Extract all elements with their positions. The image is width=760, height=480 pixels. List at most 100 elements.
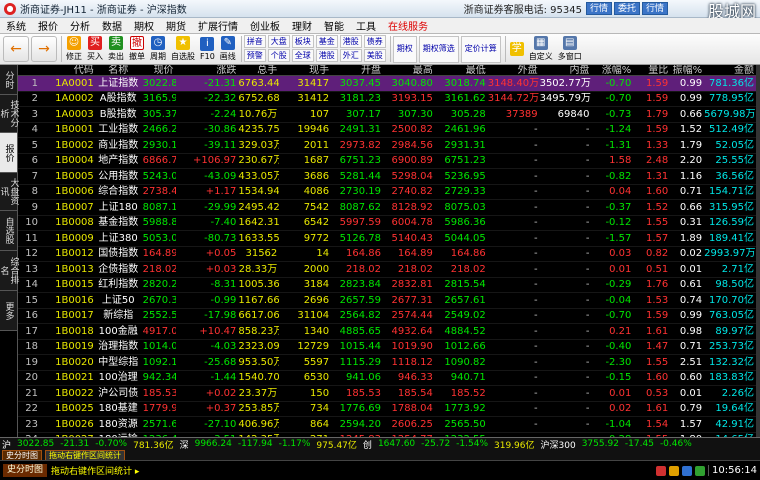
toolbar-btn-5[interactable]: ★ 自选股 [169, 35, 197, 63]
market-button[interactable]: 行情 [641, 2, 668, 15]
toolbar-btn-1[interactable]: 买买入 [85, 35, 105, 63]
side-tab-3[interactable]: 大盘资讯 [0, 173, 19, 211]
cell-11: - [585, 356, 590, 368]
column-header-10[interactable]: 外盘 [488, 65, 540, 75]
toolbar-small-4-0[interactable]: 港股 [339, 35, 362, 48]
table-row[interactable]: 6 1B0004 地产指数6866.79 +106.97230.67万 1687 6751… [18, 154, 756, 169]
column-header-12[interactable]: 涨幅% [591, 65, 633, 75]
quote-button[interactable]: 行情 [585, 2, 612, 15]
table-row[interactable]: 3 1A0003 B股指数 305.37 -2.24 10.76万 107 307.17 307… [18, 107, 756, 123]
status-tag[interactable]: 史分时图 [3, 464, 48, 477]
toolbar-small-3-1[interactable]: 港股 [315, 49, 338, 62]
table-row[interactable]: 20 1B0021 100治理 942.34 -1.441540.70万 6530 941.… [18, 371, 756, 386]
table-row[interactable]: 1 1A0001 上证指数3022.85 -21.316763.44万 31417 303… [18, 76, 756, 92]
column-header-1[interactable]: 代码 [40, 65, 96, 75]
table-row[interactable]: 10 1B0008 基金指数5988.84 -7.401642.31万 6542 5997… [18, 216, 756, 231]
menu-5[interactable]: 期货 [160, 18, 192, 33]
column-header-5[interactable]: 总手 [238, 65, 279, 75]
order-button[interactable]: 委托 [613, 2, 640, 15]
toolbar-small-0-0[interactable]: 拼音 [243, 35, 266, 48]
toolbar-btn-2[interactable]: 卖卖出 [106, 35, 126, 63]
table-row[interactable]: 17 1B0018 100金融 4917.00 +10.47858.23万 1340 488… [18, 324, 756, 340]
toolbar-small-1-1[interactable]: 个股 [267, 49, 290, 62]
menu-11[interactable]: 在线服务 [382, 18, 434, 33]
menu-1[interactable]: 报价 [32, 18, 64, 33]
cell-7: 2973.82 [339, 139, 381, 151]
table-row[interactable]: 15 1B0016 上证50 2670.31 -0.991167.66万 2696 2657… [18, 293, 756, 309]
table-row[interactable]: 9 1B0007 上证180 8087.12 -29.992495.42万 7542 808… [18, 200, 756, 216]
column-header-14[interactable]: 振幅% [670, 65, 704, 75]
toolbar-small-5-1[interactable]: 美股 [363, 49, 386, 62]
cell-6: 12729 [297, 341, 330, 353]
alert-icon[interactable] [656, 465, 666, 476]
menu-6[interactable]: 扩展行情 [192, 18, 244, 33]
column-header-15[interactable]: 金额 [704, 65, 756, 75]
menu-3[interactable]: 数据 [96, 18, 128, 33]
toolbar-box-0[interactable]: 期权 [392, 35, 417, 63]
back-arrow-icon[interactable]: ← [3, 36, 29, 62]
menu-9[interactable]: 智能 [318, 18, 350, 33]
toolbar-tail-label-2: 多窗口 [557, 52, 582, 61]
column-header-9[interactable]: 最低 [435, 65, 488, 75]
side-tab-2[interactable]: 报价 [0, 133, 17, 173]
column-header-2[interactable]: 名称 [96, 65, 143, 75]
table-row[interactable]: 22 1B0025 180基建 1779.92 +0.37253.85万 734 1776.… [18, 402, 756, 417]
toolbar-btn-7[interactable]: ✎ 画线 [218, 35, 238, 63]
status-bar: 史分时图 拖动右键作区间统计 ▸ 10:56:14 [0, 460, 760, 480]
table-row[interactable]: 4 1B0001 工业指数2466.22 -30.864235.75万 19946 249… [18, 123, 756, 138]
menu-0[interactable]: 系统 [0, 18, 32, 33]
table-row[interactable]: 12 1B0012 国债指数 164.89 +0.05 31562 14 164.86 164.… [18, 247, 756, 262]
toolbar-small-3-0[interactable]: 基金 [315, 35, 338, 48]
table-row[interactable]: 7 1B0005 公用指数5243.03 -43.09433.05万 3686 5281.… [18, 169, 756, 185]
column-header-0[interactable] [18, 65, 40, 75]
menu-10[interactable]: 工具 [350, 18, 382, 33]
notice-icon[interactable] [669, 465, 679, 476]
menu-8[interactable]: 理财 [286, 18, 318, 33]
toolbar-small-5-0[interactable]: 债券 [363, 35, 386, 48]
toolbar-small-0-1[interactable]: 预警 [243, 49, 266, 62]
side-tab-6[interactable]: 更多 [0, 291, 17, 331]
column-header-6[interactable]: 现手 [279, 65, 331, 75]
table-row[interactable]: 23 1B0026 180资源 2571.69 -27.10406.96万 864 2594… [18, 417, 756, 433]
table-row[interactable]: 14 1B0015 红利指数2820.23 -8.311005.36万 3184 2823… [18, 278, 756, 293]
table-row[interactable]: 16 1B0017 新综指 2552.51 -17.986617.06万 31104 256… [18, 309, 756, 324]
column-header-11[interactable]: 内盘 [540, 65, 592, 75]
table-row[interactable]: 5 1B0002 商业指数2930.18 -39.11329.03万 2011 2973.… [18, 138, 756, 154]
table-row[interactable]: 2 1A0002 A股指数 3165.94 -22.326752.68万 31412 318… [18, 92, 756, 107]
toolbar-btn-6[interactable]: i F10 [198, 35, 217, 63]
column-header-13[interactable]: 量比 [633, 65, 670, 75]
toolbar-btn-4[interactable]: ◷ 周期 [148, 35, 168, 63]
column-header-3[interactable]: 现价 [143, 65, 176, 75]
toolbar-small-2-1[interactable]: 全球 [291, 49, 314, 62]
table-row[interactable]: 18 1B0019 治理指数1014.05 -4.032323.09万 12729 101… [18, 340, 756, 355]
toolbar-tail-0[interactable]: 学 [508, 35, 526, 63]
column-header-4[interactable]: 涨跌 [176, 65, 239, 75]
toolbar-small-1-0[interactable]: 大盘 [267, 35, 290, 48]
table-row[interactable]: 19 1B0020 中型综指1092.13 -25.68953.50万 5597 1115… [18, 355, 756, 371]
side-tab-4[interactable]: 自选股 [0, 211, 17, 251]
cell-6: 2011 [303, 139, 330, 151]
column-header-7[interactable]: 开盘 [331, 65, 383, 75]
menu-2[interactable]: 分析 [64, 18, 96, 33]
menu-7[interactable]: 创业板 [244, 18, 286, 33]
connection-icon [695, 465, 705, 476]
toolbar-box-1[interactable]: 期权筛选 [418, 35, 459, 63]
column-header-8[interactable]: 最高 [383, 65, 435, 75]
side-tab-1[interactable]: 技术分析 [0, 95, 19, 133]
toolbar-tail-1[interactable]: ▦ 自定义 [527, 35, 555, 63]
toolbar-box-2[interactable]: 定价计算 [460, 35, 501, 63]
table-row[interactable]: 13 1B0013 企债指数 218.02 +0.03 28.33万 2000 218.02 2… [18, 262, 756, 278]
table-row[interactable]: 8 1B0006 综合指数2738.44 +1.171534.94万 4086 2730.… [18, 185, 756, 200]
menu-4[interactable]: 期权 [128, 18, 160, 33]
vertical-scrollbar[interactable] [756, 65, 760, 437]
toolbar-tail-2[interactable]: ▤ 多窗口 [556, 35, 584, 63]
table-row[interactable]: 11 1B0009 上证380 5053.08 -80.731633.55万 9772 51… [18, 231, 756, 247]
forward-arrow-icon[interactable]: → [31, 36, 57, 62]
table-row[interactable]: 21 1B0022 沪公司债 185.53 +0.02 23.37万 150 185.53 18… [18, 386, 756, 402]
side-tab-0[interactable]: 分时 [0, 65, 17, 95]
toolbar-small-2-0[interactable]: 板块 [291, 35, 314, 48]
toolbar-small-4-1[interactable]: 外汇 [339, 49, 362, 62]
side-tab-5[interactable]: 综合排名 [0, 251, 19, 291]
toolbar-btn-3[interactable]: 撤撤单 [127, 35, 147, 63]
toolbar-btn-0[interactable]: ☺ 修正 [64, 35, 84, 63]
